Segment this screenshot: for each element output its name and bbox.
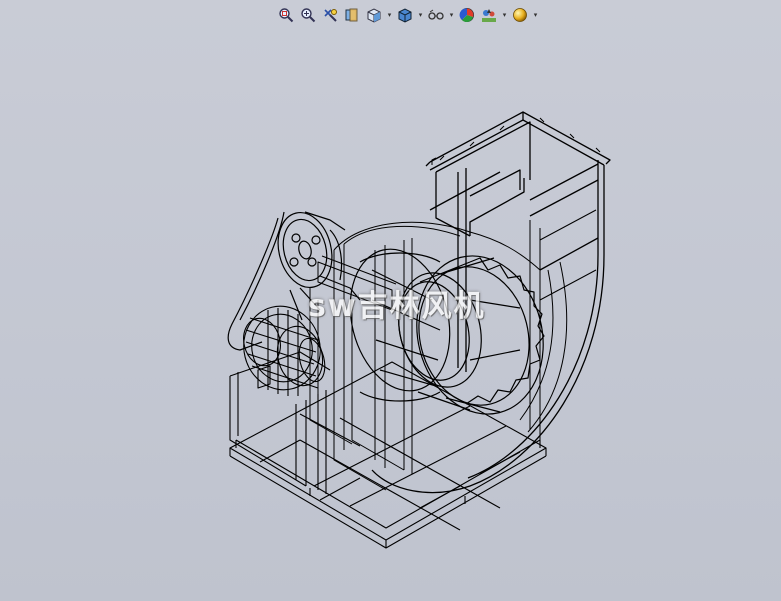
- belt-drive: [227, 211, 361, 351]
- impeller: [349, 248, 545, 415]
- outlet-flange: [431, 117, 601, 165]
- watermark: sw吉林风机: [308, 289, 486, 324]
- graphics-viewport[interactable]: ▾ ▾ ▾ ▾ ▾ sw吉林风机: [0, 0, 781, 601]
